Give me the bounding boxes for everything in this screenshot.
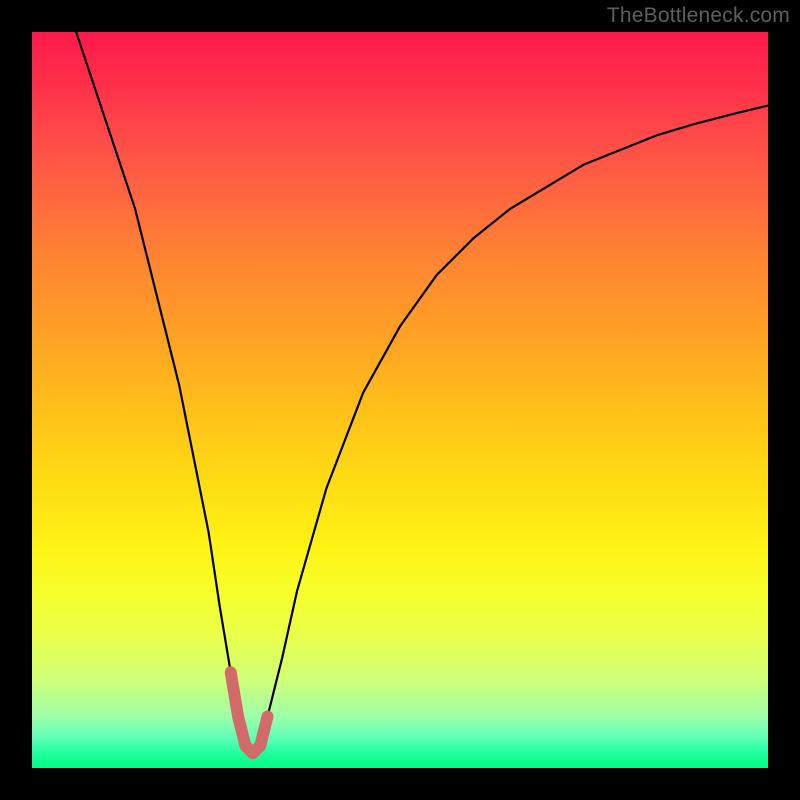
chart-frame: TheBottleneck.com — [0, 0, 800, 800]
watermark-text: TheBottleneck.com — [607, 4, 790, 28]
curve-svg — [32, 32, 768, 768]
plot-area — [32, 32, 768, 768]
optimal-highlight-path — [231, 672, 268, 753]
bottleneck-curve-path — [76, 32, 768, 753]
